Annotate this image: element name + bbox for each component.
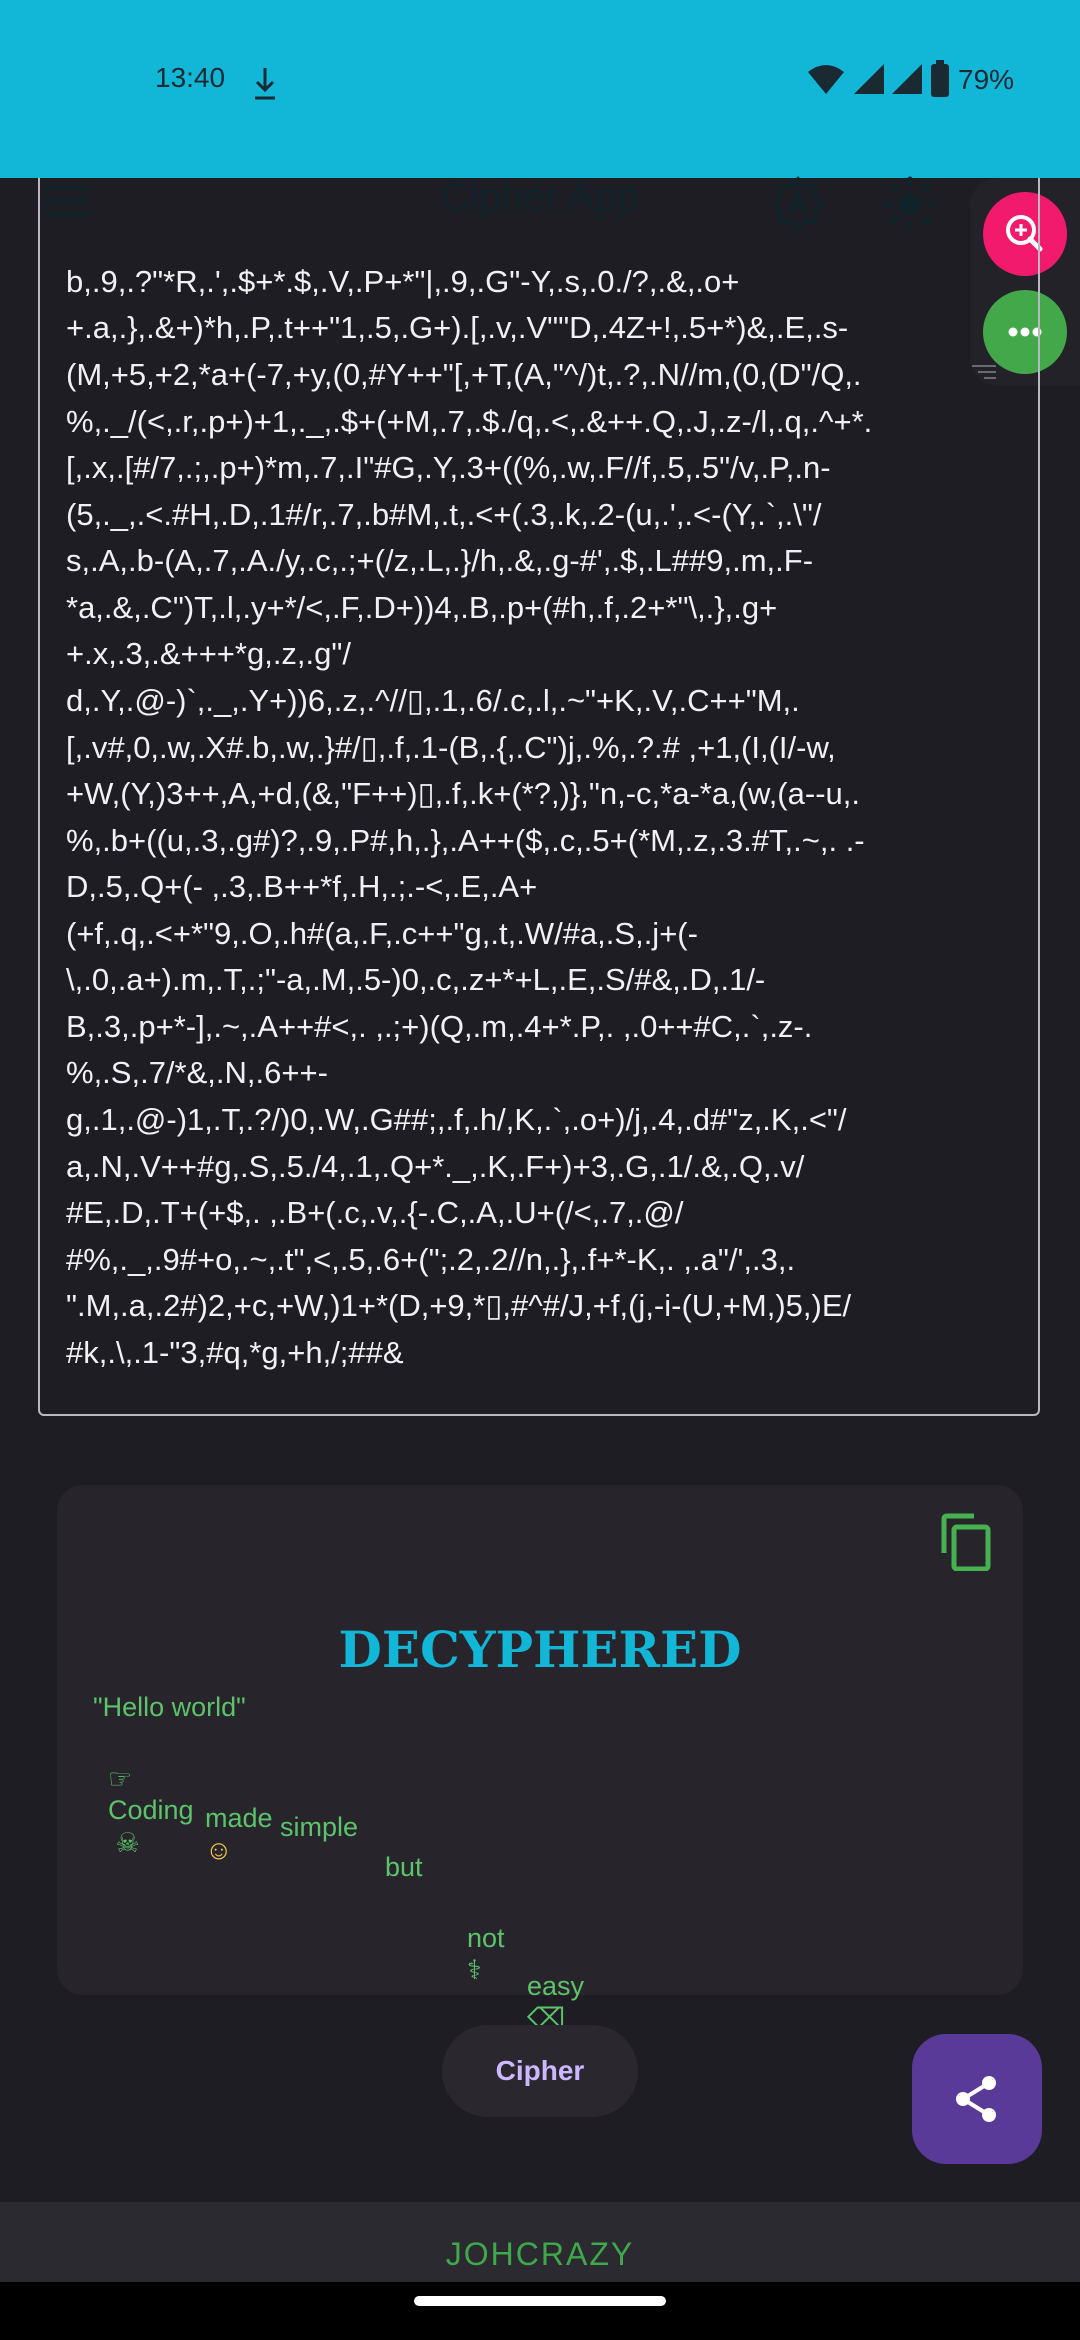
result-line-text: not xyxy=(467,1923,505,1953)
cipher-line: a,.N,.V++#g,.S,.5./4,.1,.Q+*._,.K,.F+)+3… xyxy=(66,1149,805,1184)
cipher-line: +.x,.3,.&+++*g,.z,.g"/ xyxy=(66,636,352,671)
cipher-line: *a,.&,.C")T,.l,.y+*/<,.F,.D+))4,.B,.p+(#… xyxy=(66,590,778,625)
cipher-text-content: b,.9,.?"*R,.',.$+*.$,.V,.P+*"|,.9,.G"-Y,… xyxy=(66,262,946,1425)
caduceus-icon: ⚕ xyxy=(467,1955,482,1986)
result-line-made: made ☺ xyxy=(190,1772,273,1866)
decyphered-card xyxy=(57,1485,1023,1995)
cipher-line: (+f,.q,.<+*"9,.O,.h#(a,.F,.c++"g,.t,.W/#… xyxy=(66,916,698,951)
cipher-button[interactable]: Cipher xyxy=(442,2025,638,2117)
cellular-signal-2-icon xyxy=(892,64,922,94)
cipher-line: (5,._,.<.#H,.D,.1#/r,.7,.b#M,.t,.<+(.3,.… xyxy=(66,497,822,532)
result-line: but xyxy=(385,1852,423,1882)
home-gesture-handle[interactable] xyxy=(414,2296,666,2306)
footer: JOHCRAZY xyxy=(0,2202,1080,2282)
cipher-line: [,.x,.[#/7,.;,.p+)*m,.7,.I"#G,.Y,.3+((%,… xyxy=(66,450,831,485)
smiling-face-icon: ☺ xyxy=(205,1835,233,1866)
cipher-line: %,._/(<,.r,.p+)+1,._,.$+(+M,.7,.$./q,.<,… xyxy=(66,404,873,439)
skull-crossbones-icon: ☠ xyxy=(108,1827,140,1858)
share-button[interactable] xyxy=(912,2034,1042,2164)
cipher-line: +W,(Y,)3++,A,+d,(&,"F++)▯,.f,.k+(*?,)},"… xyxy=(66,776,860,811)
result-line: "Hello world" xyxy=(93,1692,246,1722)
cipher-line: +.a,.},.&+)*h,.P,.t++"1,.5,.G+).[,.v,.V"… xyxy=(66,310,849,345)
status-time: 13:40 xyxy=(155,62,226,93)
cipher-line: %,.S,.7/*&,.N,.6++- xyxy=(66,1055,328,1090)
cipher-line: ".M,.a,.2#)2,+c,+W,)1+*(D,+9,*▯,#^#/J,+f… xyxy=(66,1288,852,1323)
share-icon xyxy=(956,2076,996,2122)
copy-icon[interactable] xyxy=(940,1513,992,1571)
cipher-line: g,.1,.@-)1,.T,.?/)0,.W,.G##;,.f,.h/,K,.`… xyxy=(66,1102,847,1137)
cipher-line: (M,+5,+2,*a+(-7,+y,(0,#Y++"[,+T,(A,"^/)t… xyxy=(66,357,862,392)
navigation-bar xyxy=(0,2282,1080,2340)
cellular-signal-icon xyxy=(854,64,884,94)
cipher-line: #E,.D,.T+(+$,. ,.B+(.c,.v,.{-.C,.A,.U+(/… xyxy=(66,1195,684,1230)
decyphered-title: DECYPHERED xyxy=(338,1620,742,1679)
result-line: simple xyxy=(280,1812,359,1842)
text-scroll-handle-icon[interactable] xyxy=(970,362,998,382)
result-line-text: made xyxy=(205,1803,273,1833)
pointing-hand-icon: ☞ xyxy=(108,1764,133,1795)
result-line-text: Coding xyxy=(108,1795,194,1826)
cipher-line: %,.b+((u,.3,.g#)?,.9,.P#,h,.},.A++($,.c,… xyxy=(66,823,865,858)
result-line-easy: easy ⌫ xyxy=(512,1940,584,2034)
battery-percent: 79% xyxy=(958,64,1015,95)
result-line-text: easy xyxy=(527,1971,585,2001)
download-icon xyxy=(255,68,275,100)
cipher-line: \,.0,.a+).m,.T,.;"-a,.M,.5-)0,.c,.z+*+L,… xyxy=(66,962,766,997)
result-line-coding: ☞ Coding ☠ xyxy=(93,1732,194,1859)
cipher-line: #%,._,.9#+o,.~,.t",<,.5,.6+(";.2,.2//n,.… xyxy=(66,1242,796,1277)
result-line-not: not ⚕ xyxy=(452,1892,505,1986)
cipher-line: #k,.\,.1-"3,#q,*g,+h,/;##& xyxy=(66,1335,404,1370)
cipher-line: D,.5,.Q+(- ,.3,.B++*f,.H,.;.-<,.E,.A+ xyxy=(66,869,538,904)
battery-icon xyxy=(931,60,949,97)
footer-credit: JOHCRAZY xyxy=(445,2236,635,2272)
wifi-icon xyxy=(808,65,844,94)
cipher-line: b,.9,.?"*R,.',.$+*.$,.V,.P+*"|,.9,.G"-Y,… xyxy=(66,264,740,299)
cipher-line: d,.Y,.@-)`,._,.Y+))6,.z,.^//▯,.1,.6/.c,.… xyxy=(66,683,800,718)
cipher-line: B,.3,.p+*-],.~,.A++#<,. ,.;+)(Q,.m,.4+*.… xyxy=(66,1009,813,1044)
cipher-line: [,.v#,0,.w,.X#.b,.w,.}#/▯,.f,.1-(B,.{,.C… xyxy=(66,730,836,765)
cipher-line: s,.A,.b-(A,.7,.A./y,.c,.;+(/z,.L,.}/h,.&… xyxy=(66,543,814,578)
